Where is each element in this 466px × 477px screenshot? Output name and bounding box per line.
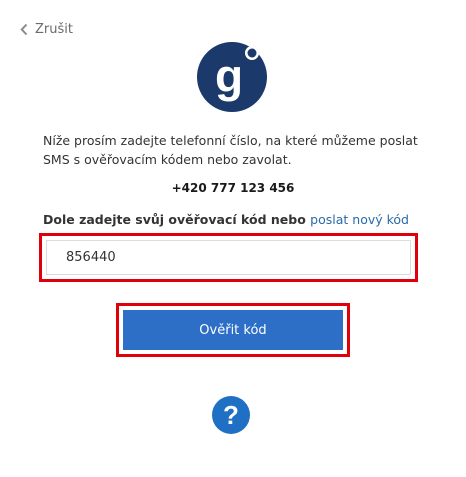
instructions-line-2: SMS s ověřovacím kódem nebo zavolat. — [43, 152, 292, 167]
question-icon: ? — [212, 396, 250, 434]
instructions-line-1: Níže prosím zadejte telefonní číslo, na … — [43, 133, 418, 148]
verify-button-highlight: Ověřit kód — [116, 303, 350, 357]
code-label-text: Dole zadejte svůj ověřovací kód nebo — [43, 212, 306, 227]
svg-text:g: g — [215, 50, 243, 102]
phone-number: +420 777 123 456 — [171, 181, 295, 195]
svg-text:?: ? — [223, 400, 239, 430]
instructions-text: Níže prosím zadejte telefonní číslo, na … — [43, 131, 433, 169]
resend-code-link[interactable]: poslat nový kód — [310, 212, 409, 227]
help-button[interactable]: ? — [211, 395, 251, 435]
chevron-left-icon — [20, 23, 28, 36]
cancel-button[interactable]: Zrušit — [20, 22, 73, 37]
sms-verification-page: Zrušit g Níže prosím zadejte telefonní č… — [0, 0, 466, 477]
cancel-label: Zrušit — [35, 22, 73, 37]
code-label: Dole zadejte svůj ověřovací kód nebo pos… — [43, 212, 409, 227]
verification-code-input[interactable] — [46, 240, 411, 275]
verify-code-button[interactable]: Ověřit kód — [123, 310, 343, 350]
code-input-highlight — [39, 233, 418, 282]
brand-logo: g — [196, 40, 270, 114]
